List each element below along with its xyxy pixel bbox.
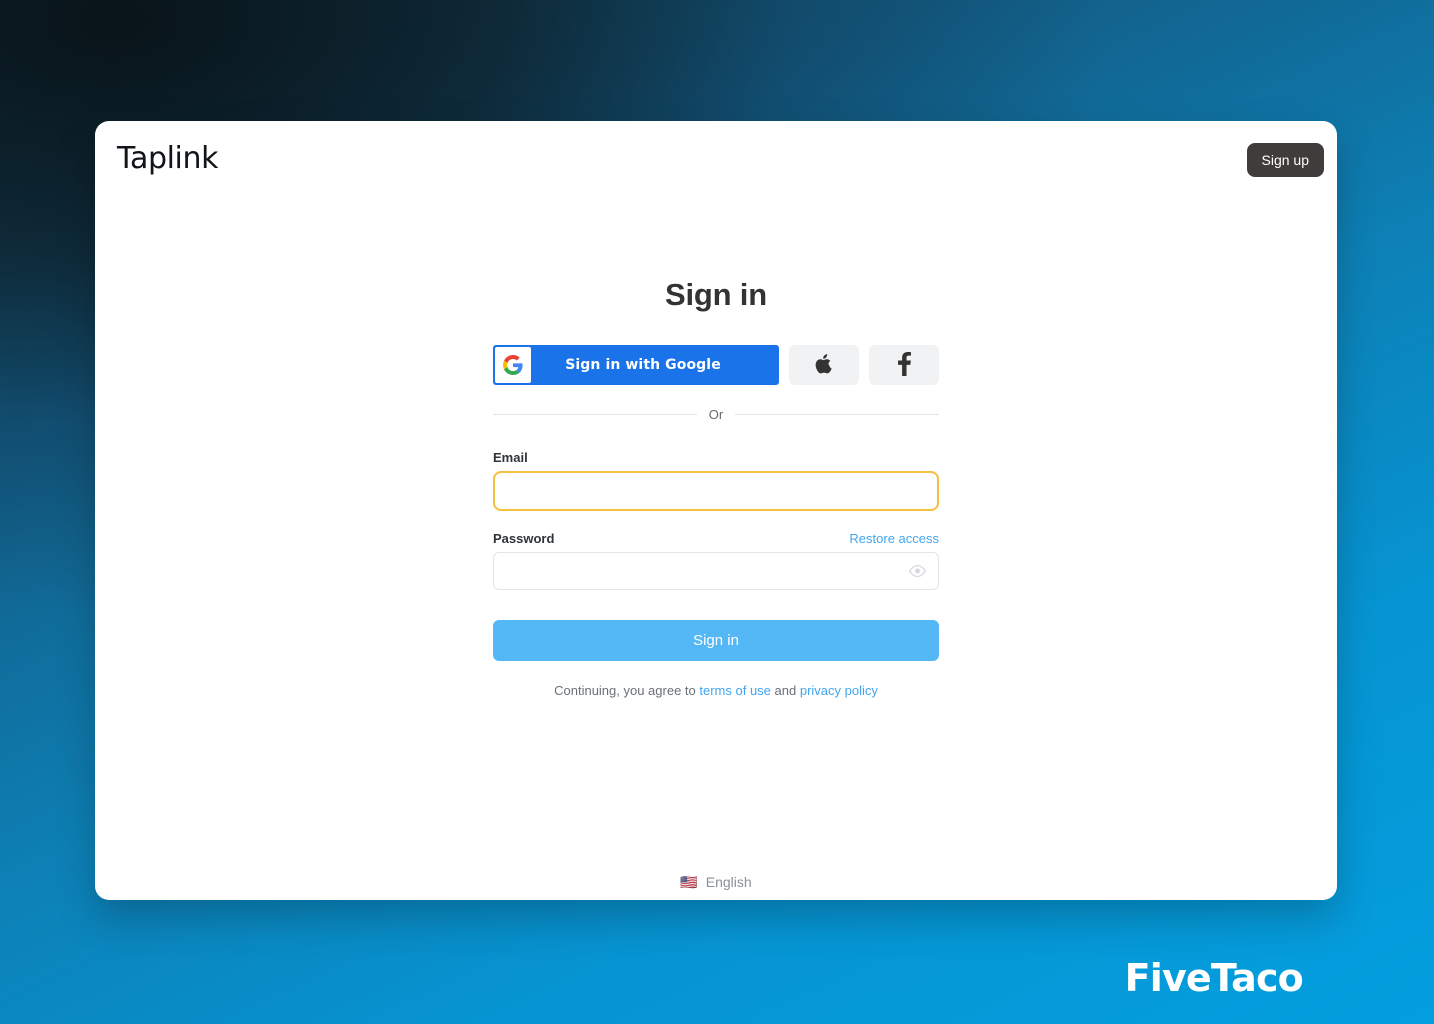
email-label: Email <box>493 450 528 465</box>
google-button-label: Sign in with Google <box>565 357 721 373</box>
page-background: Taplink Sign up Sign in Sign in with Goo… <box>0 0 1434 1024</box>
password-input[interactable] <box>493 552 939 590</box>
terms-notice: Continuing, you agree to terms of use an… <box>493 683 939 698</box>
password-label-row: Password Restore access <box>493 531 939 546</box>
signin-form: Sign in Sign in with Google Or Email Pas… <box>493 199 940 698</box>
language-label: English <box>705 874 752 890</box>
fivetaco-watermark: FiveTaco <box>1124 956 1304 1000</box>
social-login-row: Sign in with Google <box>493 345 939 385</box>
signin-card: Taplink Sign up Sign in Sign in with Goo… <box>95 121 1337 900</box>
password-input-wrapper <box>493 552 939 590</box>
us-flag-icon: 🇺🇸 <box>680 874 698 890</box>
email-label-row: Email <box>493 450 939 465</box>
sign-in-with-apple-button[interactable] <box>789 345 859 385</box>
divider-label: Or <box>708 407 724 422</box>
sign-in-with-google-button[interactable]: Sign in with Google <box>493 345 779 385</box>
sign-up-button[interactable]: Sign up <box>1246 143 1324 177</box>
sign-in-with-facebook-button[interactable] <box>869 345 939 385</box>
page-title: Sign in <box>665 277 767 312</box>
terms-prefix: Continuing, you agree to <box>554 683 700 698</box>
divider-line-left <box>493 414 697 415</box>
email-input[interactable] <box>493 471 939 511</box>
password-label: Password <box>493 531 555 546</box>
brand-logo: Taplink <box>117 141 219 176</box>
facebook-f-icon <box>897 351 911 379</box>
language-selector[interactable]: 🇺🇸 English <box>95 874 1337 890</box>
card-header: Taplink Sign up <box>95 121 1337 199</box>
restore-access-link[interactable]: Restore access <box>849 531 939 546</box>
password-field-block: Password Restore access <box>493 531 939 590</box>
terms-of-use-link[interactable]: terms of use <box>699 683 771 698</box>
google-g-icon <box>495 347 531 383</box>
email-field-block: Email <box>493 450 939 511</box>
sign-in-submit-button[interactable]: Sign in <box>493 620 939 661</box>
eye-icon <box>908 564 927 581</box>
privacy-policy-link[interactable]: privacy policy <box>800 683 878 698</box>
divider-line-right <box>735 414 940 415</box>
terms-middle: and <box>770 683 800 698</box>
or-divider: Or <box>493 407 940 422</box>
toggle-password-visibility-button[interactable] <box>905 561 930 581</box>
apple-icon <box>815 353 834 378</box>
